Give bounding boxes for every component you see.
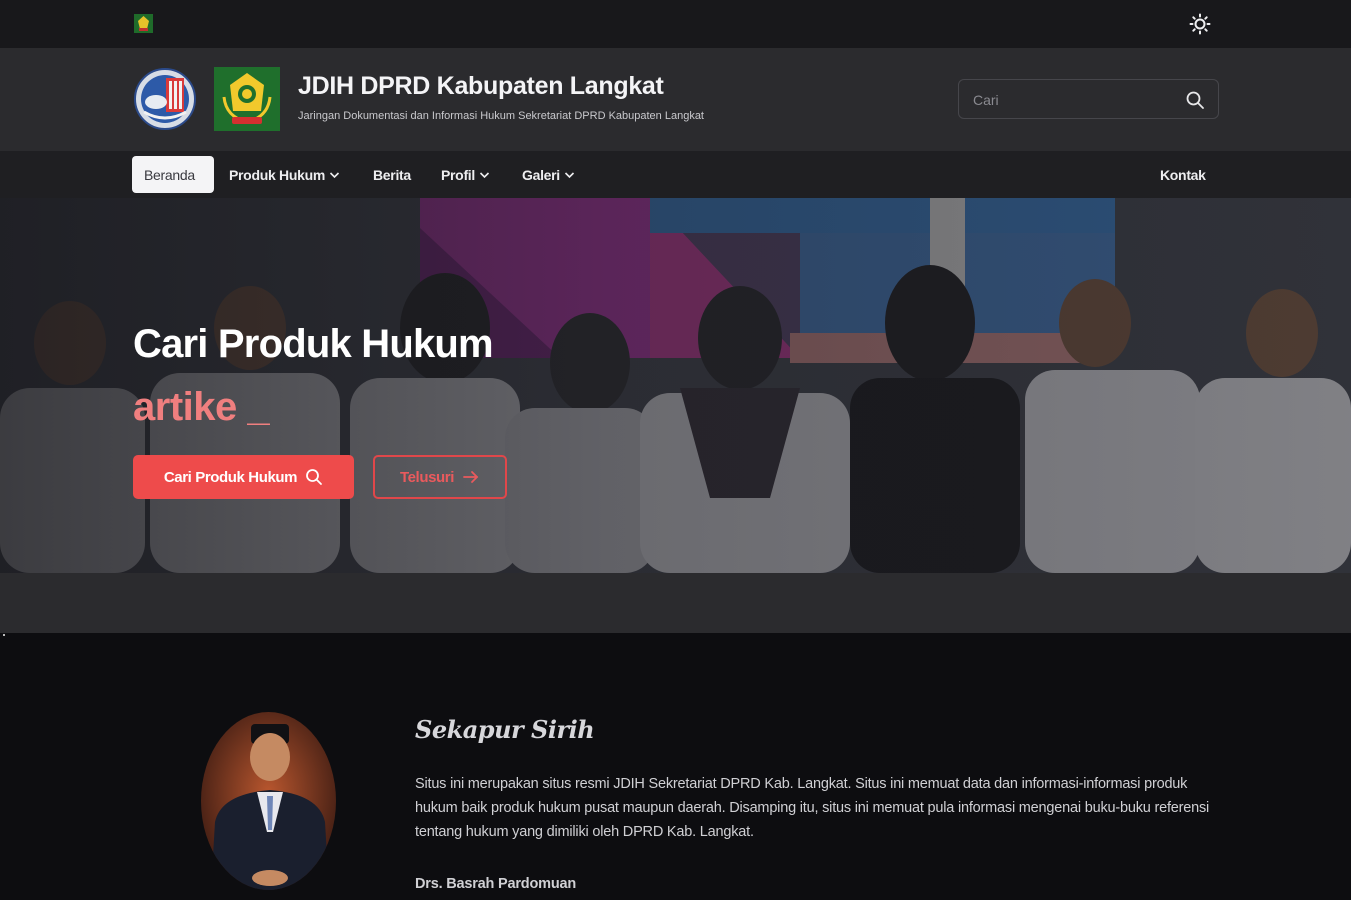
hero-title: Cari Produk Hukum bbox=[133, 322, 494, 366]
sekapur-sirih-text: Situs ini merupakan situs resmi JDIH Sek… bbox=[415, 776, 1210, 840]
dprd-logo[interactable] bbox=[134, 68, 196, 130]
arrow-right-icon bbox=[463, 471, 479, 483]
chevron-down-icon bbox=[479, 171, 490, 178]
nav-item-profil[interactable]: Profil bbox=[441, 156, 490, 193]
nav-item-label: Produk Hukum bbox=[229, 166, 325, 183]
nav-item-kontak[interactable]: Kontak bbox=[1160, 156, 1206, 193]
nav-item-label: Profil bbox=[441, 166, 475, 183]
nav-item-produk-hukum[interactable]: Produk Hukum bbox=[229, 156, 340, 193]
site-subtitle: Jaringan Dokumentasi dan Informasi Hukum… bbox=[298, 110, 704, 122]
search-legal-products-button[interactable]: Cari Produk Hukum bbox=[133, 455, 354, 499]
nav-item-label: Galeri bbox=[522, 166, 560, 183]
emblem-icon bbox=[134, 14, 153, 33]
kabupaten-langkat-logo[interactable] bbox=[214, 67, 280, 131]
theme-toggle-button[interactable] bbox=[1187, 12, 1213, 36]
search-box bbox=[958, 79, 1219, 119]
chevron-down-icon bbox=[564, 171, 574, 178]
official-portrait bbox=[201, 712, 336, 890]
search-icon[interactable] bbox=[1185, 90, 1205, 110]
nav-item-berita[interactable]: Berita bbox=[373, 156, 411, 193]
nav-item-galeri[interactable]: Galeri bbox=[522, 156, 575, 193]
browse-button[interactable]: Telusuri bbox=[373, 455, 507, 499]
nav-item-label: Berita bbox=[373, 166, 411, 183]
sun-icon bbox=[1189, 13, 1211, 35]
site-title[interactable]: JDIH DPRD Kabupaten Langkat bbox=[298, 72, 664, 101]
nav-item-beranda[interactable]: Beranda bbox=[132, 156, 214, 193]
search-icon bbox=[306, 469, 323, 485]
button-label: Telusuri bbox=[399, 468, 455, 486]
nav-item-label: Beranda bbox=[144, 166, 195, 183]
section-divider-band bbox=[0, 573, 1351, 633]
nav-item-label: Kontak bbox=[1160, 166, 1206, 183]
button-label: Cari Produk Hukum bbox=[163, 468, 298, 486]
official-name: Drs. Basrah Pardomuan bbox=[415, 876, 576, 892]
top-bar bbox=[0, 0, 1351, 48]
sekapur-sirih-title: Sekapur Sirih bbox=[415, 715, 595, 744]
decorative-dot bbox=[3, 634, 5, 636]
search-input[interactable] bbox=[971, 88, 1180, 112]
hero-typed-text: artike _ bbox=[133, 385, 270, 429]
chevron-down-icon bbox=[329, 171, 340, 178]
